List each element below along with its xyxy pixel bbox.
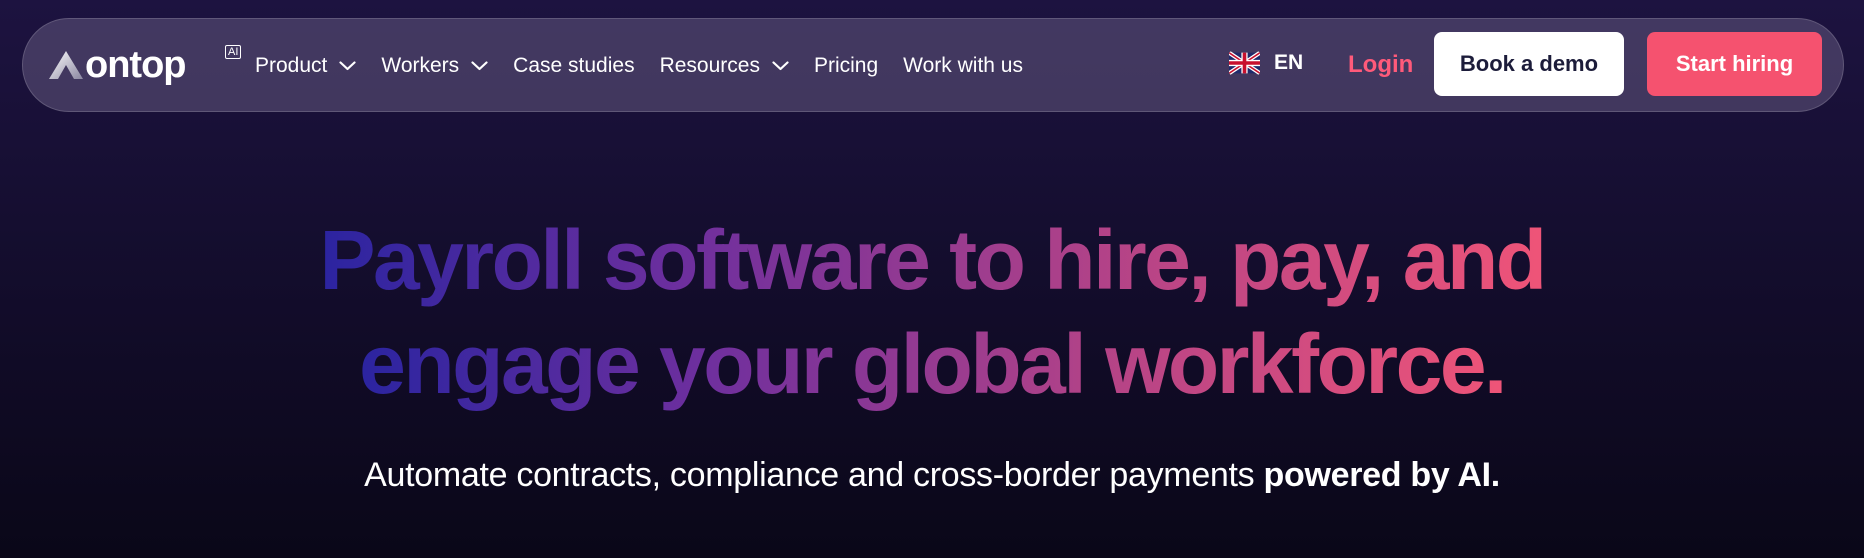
start-hiring-button[interactable]: Start hiring [1647,32,1822,96]
hero-headline-line-2: engage your global workforce. [359,312,1507,416]
nav-item-workers[interactable]: Workers [381,54,488,78]
ontop-logo[interactable]: ontop AI [49,43,242,87]
nav-item-resources[interactable]: Resources [660,54,789,78]
top-navbar: ontop AI Product Workers Case studies Re… [22,18,1844,112]
uk-flag-icon [1229,51,1260,75]
nav-item-pricing[interactable]: Pricing [814,54,878,78]
login-link[interactable]: Login [1348,51,1413,79]
hero-subtitle-emphasis: powered by AI. [1263,456,1501,494]
nav-item-label: Pricing [813,54,879,77]
nav-item-product[interactable]: Product [255,54,356,78]
chevron-down-icon [471,61,488,71]
chevron-down-icon [772,61,789,71]
chevron-down-icon [339,61,356,71]
hero-subtitle: Automate contracts, compliance and cross… [0,456,1864,495]
ontop-logo-icon [49,51,83,79]
nav-item-label: Workers [381,54,460,77]
main-nav: Product Workers Case studies Resources P… [255,19,1048,113]
nav-item-label: Resources [659,54,760,77]
nav-item-work-with-us[interactable]: Work with us [903,54,1023,78]
nav-item-case-studies[interactable]: Case studies [513,54,634,78]
nav-item-label: Case studies [513,54,635,77]
book-demo-button[interactable]: Book a demo [1434,32,1624,96]
hero-headline-line-1: Payroll software to hire, pay, and [319,208,1547,312]
nav-item-label: Work with us [903,54,1023,77]
language-code: EN [1274,51,1304,74]
hero-headline: Payroll software to hire, pay, and engag… [0,208,1864,416]
nav-item-label: Product [255,54,328,77]
ai-badge: AI [225,45,242,59]
hero-subtitle-text: Automate contracts, compliance and cross… [364,456,1264,494]
language-selector[interactable]: EN [1229,51,1303,75]
logo-wordmark: ontop [85,44,187,86]
